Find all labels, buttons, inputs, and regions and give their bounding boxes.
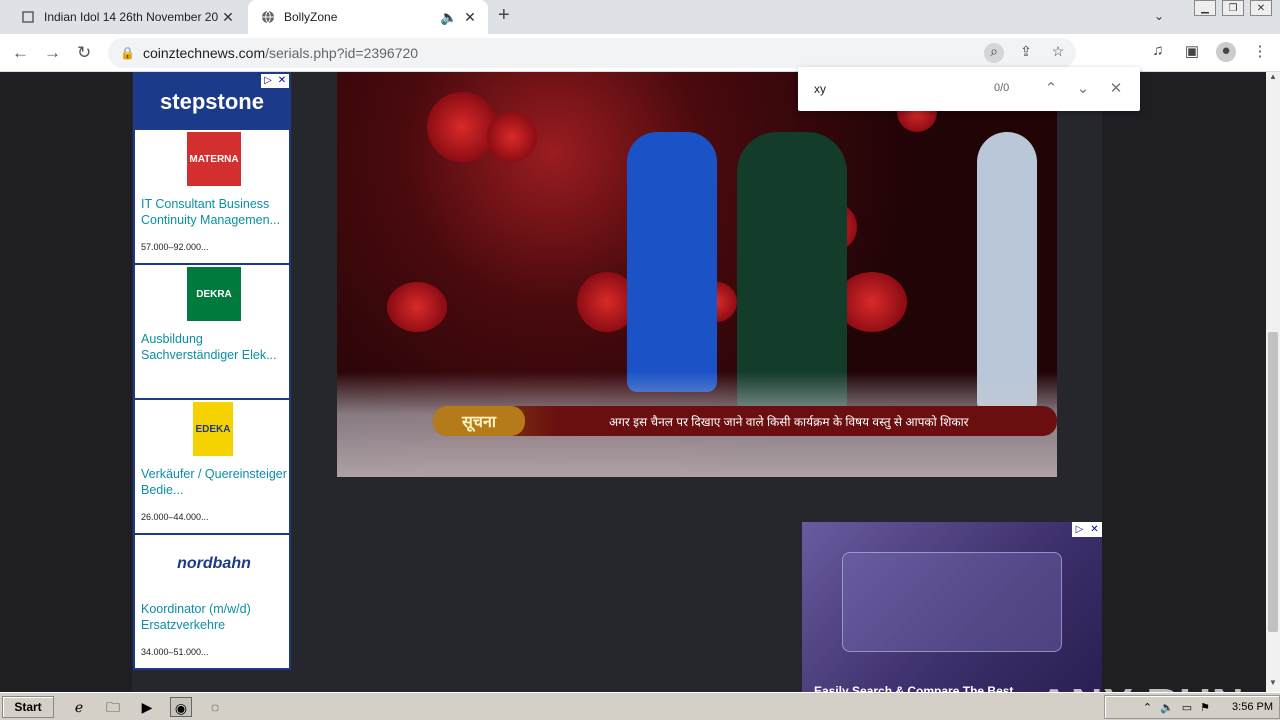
ad-choices-icon[interactable]: ▷ xyxy=(1072,522,1087,537)
find-close-icon[interactable]: ✕ xyxy=(1106,79,1126,97)
show-hidden-icons-icon[interactable]: ⌃ xyxy=(1143,701,1152,714)
company-logo: DEKRA xyxy=(187,267,241,321)
job-listing[interactable]: MATERNA IT Consultant Business Continuit… xyxy=(135,130,289,265)
media-control-icon[interactable]: ♫ xyxy=(1148,42,1168,62)
start-button[interactable]: Start xyxy=(2,696,54,718)
job-listing[interactable]: EDEKA Verkäufer / Quereinsteiger Bedie..… xyxy=(135,400,289,535)
minimize-icon[interactable]: ▁ xyxy=(1194,0,1216,16)
scroll-up-icon[interactable]: ▲ xyxy=(1266,72,1280,86)
anyrun-watermark: ANY RUN xyxy=(1038,680,1245,692)
find-in-page-icon[interactable]: ⌕ xyxy=(984,43,1004,63)
clock[interactable]: 3:56 PM xyxy=(1232,701,1273,713)
stepstone-ad[interactable]: stepstone ▷ ✕ MATERNA IT Consultant Busi… xyxy=(133,72,291,670)
globe-icon xyxy=(260,9,276,25)
tab-title: Indian Idol 14 26th November 2023 xyxy=(44,10,218,24)
job-salary: 34.000–51.000... xyxy=(141,647,209,657)
reload-icon[interactable]: ↻ xyxy=(77,43,91,63)
company-logo: MATERNA xyxy=(187,132,241,186)
network-icon[interactable]: ▭ xyxy=(1182,701,1192,714)
find-previous-icon[interactable]: ⌃ xyxy=(1041,79,1061,97)
chrome-icon[interactable]: ◉ xyxy=(170,697,192,717)
profile-avatar-icon[interactable]: ● xyxy=(1216,42,1236,62)
window-controls: ▁ ❐ ✕ xyxy=(1194,0,1272,16)
windows-taskbar: Start ℯ 🗀 ▶ ◉ ◌ ⌃ 🔈 ▭ ⚑ 3:56 PM xyxy=(0,692,1280,720)
address-bar[interactable]: 🔒 coinztechnews.com/serials.php?id=23967… xyxy=(108,38,1076,68)
forward-arrow-icon[interactable]: → xyxy=(44,43,61,63)
url-text: coinztechnews.com/serials.php?id=2396720 xyxy=(142,45,419,61)
job-title[interactable]: Koordinator (m/w/d) Ersatzverkehre xyxy=(141,601,289,633)
decor-rose xyxy=(487,112,537,162)
job-title[interactable]: Ausbildung Sachverständiger Elek... xyxy=(141,331,289,363)
system-tray: ⌃ 🔈 ▭ ⚑ 3:56 PM xyxy=(1104,695,1280,719)
job-salary: 26.000–44.000... xyxy=(141,512,209,522)
close-tab-icon[interactable]: ✕ xyxy=(460,9,480,26)
page-content: stepstone ▷ ✕ MATERNA IT Consultant Busi… xyxy=(0,72,1266,692)
tab-bollyzone[interactable]: BollyZone 🔈 ✕ xyxy=(248,0,488,34)
scroll-thumb[interactable] xyxy=(1268,332,1278,632)
volume-icon[interactable]: 🔈 xyxy=(1160,701,1174,714)
lock-icon[interactable]: 🔒 xyxy=(120,46,135,60)
find-next-icon[interactable]: ⌄ xyxy=(1073,79,1093,97)
new-tab-icon[interactable]: + xyxy=(498,4,510,27)
document-icon xyxy=(20,9,36,25)
notice-text: अगर इस चैनल पर दिखाए जाने वाले किसी कार्… xyxy=(609,415,969,429)
bookmark-star-icon[interactable]: ☆ xyxy=(1048,43,1068,63)
tab-strip: Indian Idol 14 26th November 2023 ✕ Boll… xyxy=(0,0,1280,34)
edge-icon[interactable]: ◌ xyxy=(204,697,226,717)
performer-blue-suit xyxy=(627,132,717,392)
job-listing[interactable]: nordbahn Koordinator (m/w/d) Ersatzverke… xyxy=(135,535,289,670)
page-scrollbar[interactable]: ▲ ▼ xyxy=(1266,72,1280,692)
decor-rose xyxy=(387,282,447,332)
notice-banner: सूचना अगर इस चैनल पर दिखाए जाने वाले किस… xyxy=(433,406,1057,436)
scroll-down-icon[interactable]: ▼ xyxy=(1266,678,1280,692)
performer-denim xyxy=(977,132,1037,412)
back-arrow-icon[interactable]: ← xyxy=(12,43,29,63)
kebab-menu-icon[interactable]: ⋮ xyxy=(1250,42,1270,62)
restore-icon[interactable]: ❐ xyxy=(1222,0,1244,16)
find-count: 0/0 xyxy=(994,82,1010,94)
ad-close-icon[interactable]: ✕ xyxy=(1087,522,1102,537)
job-salary: 57.000–92.000... xyxy=(141,242,209,252)
notice-tag: सूचना xyxy=(433,406,525,436)
audio-icon[interactable]: 🔈 xyxy=(440,9,457,26)
close-tab-icon[interactable]: ✕ xyxy=(218,9,238,26)
company-logo: EDEKA xyxy=(193,402,233,456)
tab-title: BollyZone xyxy=(284,10,338,24)
decor-rose xyxy=(837,272,907,332)
tab-indian-idol[interactable]: Indian Idol 14 26th November 2023 ✕ xyxy=(8,0,246,34)
side-panel-icon[interactable]: ▣ xyxy=(1182,42,1202,62)
folder-icon[interactable]: 🗀 xyxy=(102,697,124,717)
chart-illustration xyxy=(842,552,1062,652)
ad-choices-icon[interactable]: ▷ xyxy=(261,74,275,88)
share-icon[interactable]: ⇪ xyxy=(1016,43,1036,63)
job-listing[interactable]: DEKRA Ausbildung Sachverständiger Elek..… xyxy=(135,265,289,400)
find-input[interactable]: xy xyxy=(814,82,826,96)
job-title[interactable]: IT Consultant Business Continuity Manage… xyxy=(141,196,289,228)
find-bar: xy 0/0 ⌃ ⌄ ✕ xyxy=(798,67,1140,111)
media-player-icon[interactable]: ▶ xyxy=(136,697,158,717)
decor-rose xyxy=(427,92,497,162)
trading-ad[interactable]: ▷ ✕ Easily Search & Compare The Best xyxy=(802,522,1102,692)
job-title[interactable]: Verkäufer / Quereinsteiger Bedie... xyxy=(141,466,289,498)
ad-close-icon[interactable]: ✕ xyxy=(275,74,289,88)
close-window-icon[interactable]: ✕ xyxy=(1250,0,1272,16)
company-logo: nordbahn xyxy=(177,555,251,572)
chevron-down-icon[interactable]: ⌄ xyxy=(1154,9,1164,23)
ad-headline[interactable]: Easily Search & Compare The Best xyxy=(814,684,1013,692)
ie-icon[interactable]: ℯ xyxy=(68,697,90,717)
flag-icon[interactable]: ⚑ xyxy=(1200,701,1210,714)
video-player[interactable]: सूचना अगर इस चैनल पर दिखाए जाने वाले किस… xyxy=(337,72,1057,477)
